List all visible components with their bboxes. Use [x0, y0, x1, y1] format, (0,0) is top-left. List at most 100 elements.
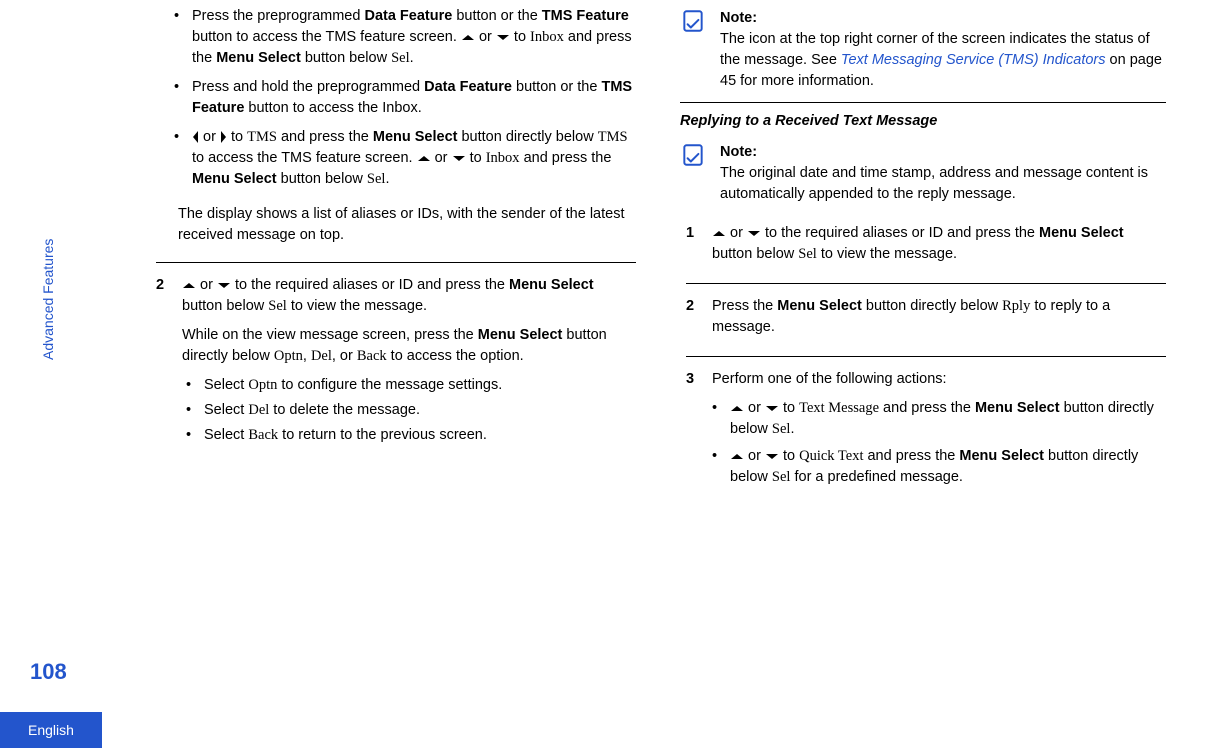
note-title: Note:	[720, 142, 1166, 163]
list-item: or to Text Message and press the Menu Se…	[712, 398, 1166, 440]
text: Text Message	[799, 400, 879, 416]
down-arrow-icon	[748, 231, 760, 236]
text: Inbox	[530, 29, 564, 45]
option-list: Select Optn to configure the message set…	[182, 375, 636, 446]
text: button below	[301, 50, 391, 66]
step-body: Perform one of the following actions: or…	[712, 369, 1166, 494]
text: Sel	[798, 246, 817, 262]
up-arrow-icon	[731, 406, 743, 411]
text: or	[744, 448, 765, 464]
sidebar: Advanced Features 108 English	[0, 0, 150, 748]
text: Select	[204, 427, 248, 443]
text: to access the TMS feature screen.	[192, 150, 417, 166]
step-2: 2 Press the Menu Select button directly …	[680, 288, 1166, 348]
action-list: or to Text Message and press the Menu Se…	[712, 398, 1166, 488]
text: .	[410, 50, 414, 66]
text: and press the	[520, 150, 612, 166]
up-arrow-icon	[183, 283, 195, 288]
text: Del	[248, 402, 269, 418]
step-1: 1 or to the required aliases or ID and p…	[680, 215, 1166, 275]
paragraph: Perform one of the following actions:	[712, 369, 1166, 390]
up-arrow-icon	[731, 454, 743, 459]
language-tab: English	[0, 712, 102, 748]
text: Data Feature	[364, 8, 452, 24]
content: Press the preprogrammed Data Feature but…	[150, 0, 1166, 748]
text: TMS Feature	[542, 8, 629, 24]
list-item: Press and hold the preprogrammed Data Fe…	[178, 77, 636, 119]
note-block: Note: The icon at the top right corner o…	[680, 8, 1166, 92]
text: Menu Select	[975, 400, 1060, 416]
note-block: Note: The original date and time stamp, …	[680, 142, 1166, 205]
list-item: or to TMS and press the Menu Select butt…	[178, 127, 636, 190]
text: .	[790, 421, 794, 437]
up-arrow-icon	[713, 231, 725, 236]
text: Data Feature	[424, 79, 512, 95]
step-body: or to the required aliases or ID and pre…	[182, 275, 636, 450]
text: Sel	[772, 469, 791, 485]
text: to	[779, 448, 799, 464]
text: to configure the message settings.	[277, 377, 502, 393]
cross-reference-link[interactable]: Text Messaging Service (TMS) Indicators	[841, 52, 1106, 68]
text: Sel	[268, 298, 287, 314]
step-number: 1	[686, 223, 700, 265]
text: to	[466, 150, 486, 166]
text: button to access the Inbox.	[244, 100, 421, 116]
step-number: 2	[156, 275, 170, 450]
text: or	[431, 150, 452, 166]
text: button directly below	[457, 129, 597, 145]
down-arrow-icon	[497, 35, 509, 40]
note-body: Note: The original date and time stamp, …	[720, 142, 1166, 205]
text: Quick Text	[799, 448, 863, 464]
text: button or the	[512, 79, 601, 95]
text: to	[779, 400, 799, 416]
list-item: Select Back to return to the previous sc…	[190, 425, 636, 446]
text: Del	[311, 348, 332, 364]
text: or	[744, 400, 765, 416]
list-item: Select Optn to configure the message set…	[190, 375, 636, 396]
text: Press and hold the preprogrammed	[192, 79, 424, 95]
text: and press the	[277, 129, 373, 145]
text: , or	[332, 348, 357, 364]
text: Menu Select	[959, 448, 1044, 464]
page: Advanced Features 108 English Press the …	[0, 0, 1206, 748]
text: to	[510, 29, 530, 45]
step-3: 3 Perform one of the following actions: …	[680, 361, 1166, 504]
text: to	[227, 129, 247, 145]
down-arrow-icon	[766, 454, 778, 459]
paragraph: or to the required aliases or ID and pre…	[182, 275, 636, 317]
text: button or the	[452, 8, 541, 24]
text: and press the	[879, 400, 975, 416]
text: Back	[248, 427, 278, 443]
divider	[156, 262, 636, 263]
step-body: Press the Menu Select button directly be…	[712, 296, 1166, 338]
step-number: 3	[686, 369, 700, 494]
text: While on the view message screen, press …	[182, 327, 478, 343]
text: button below	[712, 246, 798, 262]
text: for a predefined message.	[790, 469, 963, 485]
text: Menu Select	[373, 129, 458, 145]
text: button below	[277, 171, 367, 187]
up-arrow-icon	[462, 35, 474, 40]
text: Rply	[1002, 298, 1030, 314]
text: to the required aliases or ID and press …	[231, 277, 509, 293]
text: Optn	[274, 348, 303, 364]
text: Select	[204, 377, 248, 393]
text: Optn	[248, 377, 277, 393]
text: Press the preprogrammed	[192, 8, 364, 24]
down-arrow-icon	[766, 406, 778, 411]
text: Press the	[712, 298, 777, 314]
left-column: Press the preprogrammed Data Feature but…	[150, 6, 636, 748]
note-body: Note: The icon at the top right corner o…	[720, 8, 1166, 92]
divider	[686, 356, 1166, 357]
text: Menu Select	[509, 277, 594, 293]
text: to return to the previous screen.	[278, 427, 487, 443]
paragraph: While on the view message screen, press …	[182, 325, 636, 367]
text: Sel	[391, 50, 410, 66]
list-item: Press the preprogrammed Data Feature but…	[178, 6, 636, 69]
step-2: 2 or to the required aliases or ID and p…	[150, 267, 636, 460]
text: to view the message.	[817, 246, 957, 262]
down-arrow-icon	[453, 156, 465, 161]
list-item: or to Quick Text and press the Menu Sele…	[712, 446, 1166, 488]
text: Inbox	[486, 150, 520, 166]
text: Menu Select	[216, 50, 301, 66]
